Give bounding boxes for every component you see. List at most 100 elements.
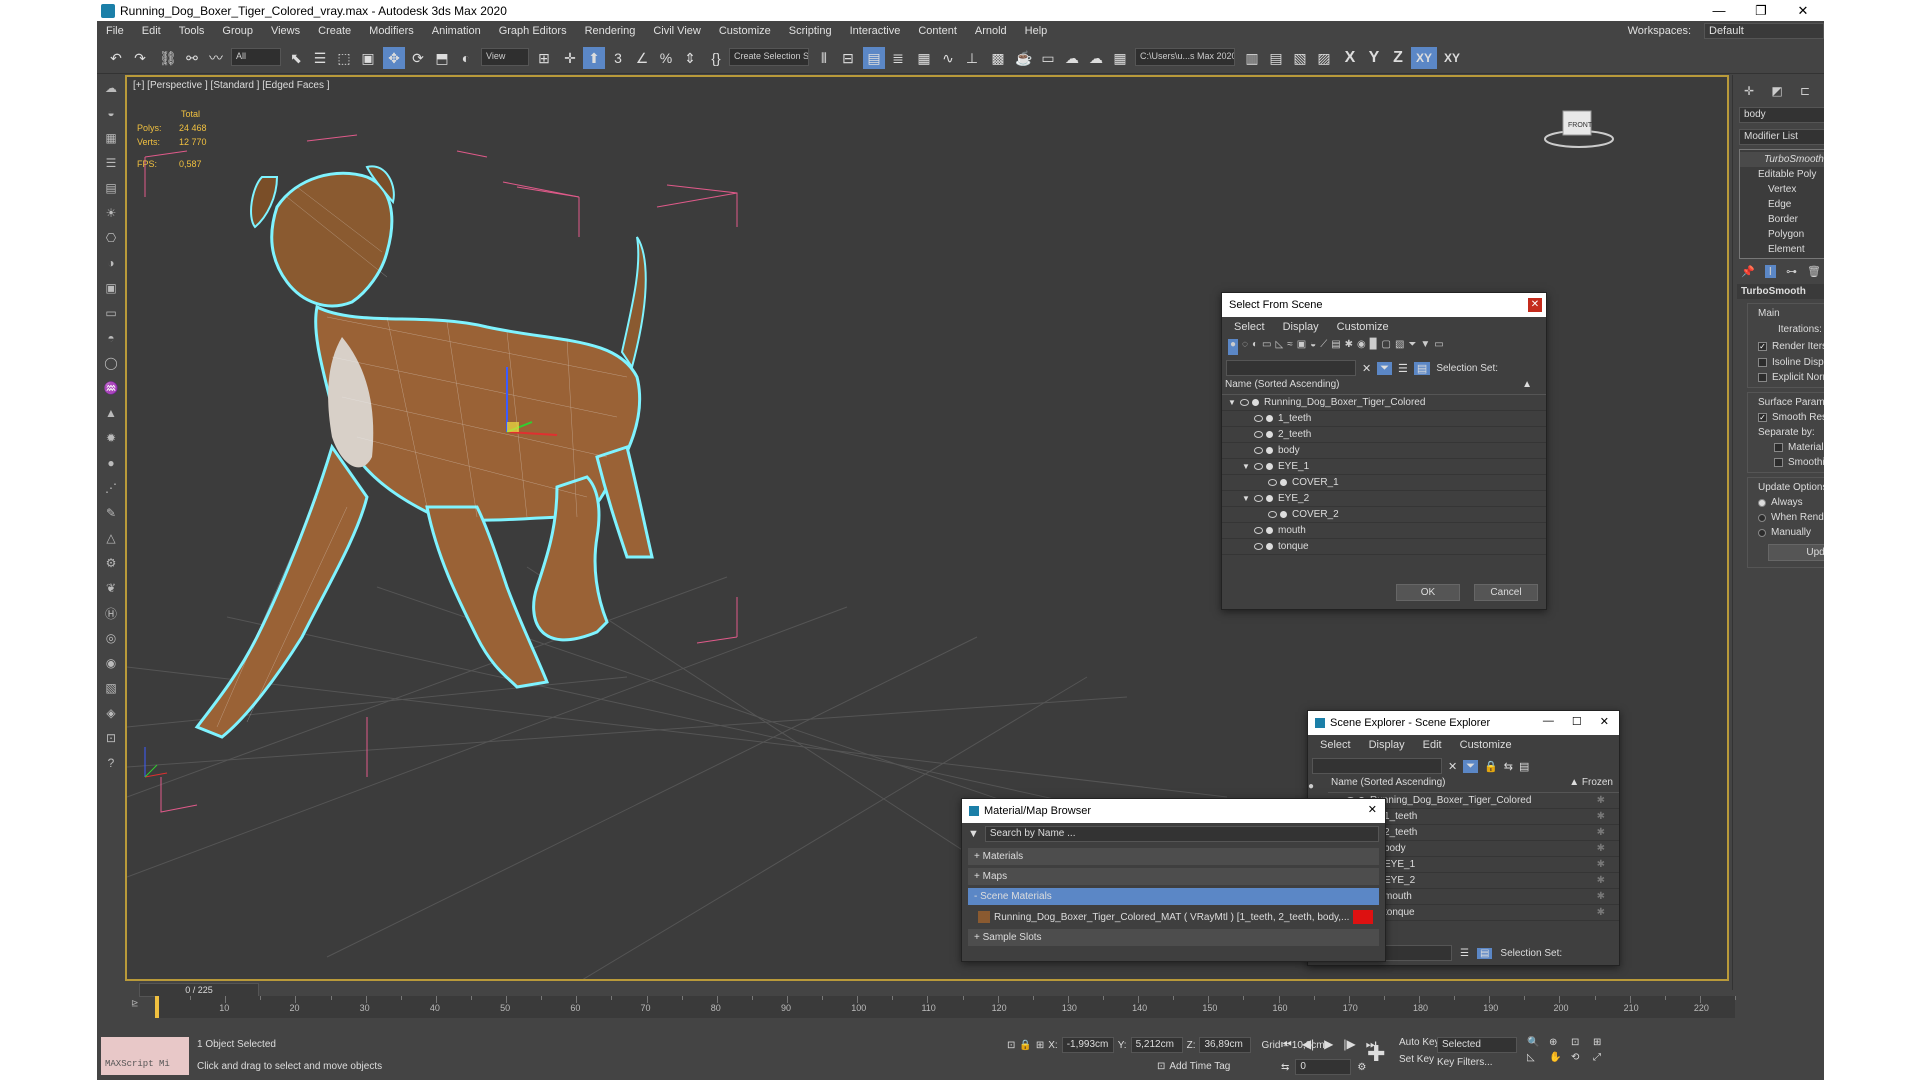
angle-snap-icon[interactable]: ∠ [631,47,653,69]
schematic-view-icon[interactable]: ⊥ [961,47,983,69]
visibility-eye-icon[interactable] [1254,527,1263,534]
stack-border[interactable]: Border [1740,212,1824,227]
visibility-eye-icon[interactable] [1268,511,1277,518]
sfs-hidden-filter-icon[interactable]: ◉ [1357,339,1366,355]
selection-filter-dropdown[interactable]: All [231,48,281,66]
sfs-invert-icon[interactable]: ▧ [1395,339,1404,355]
menu-content[interactable]: Content [909,25,966,37]
keyboard-shortcut-toggle-icon[interactable]: ⬆ [583,47,605,69]
materials-checkbox[interactable] [1774,443,1783,452]
select-move-icon[interactable]: ✥ [383,47,405,69]
tool-icon[interactable]: ⊡ [100,727,122,749]
minimize-icon[interactable]: — [1698,0,1740,21]
mmb-material-item[interactable]: Running_Dog_Boxer_Tiger_Colored_MAT ( VR… [968,908,1379,926]
select-object-icon[interactable]: ⬉ [285,47,307,69]
set-key-big-icon[interactable]: ✚ [1367,1041,1385,1067]
edit-named-sets-icon[interactable]: {} [705,47,727,69]
frozen-toggle-icon[interactable]: ✱ [1597,795,1605,806]
expand-arrow-icon[interactable]: ▼ [1228,398,1240,407]
sfs-hierarchy-icon[interactable]: ▤ [1413,361,1431,375]
sfs-frozen-filter-icon[interactable]: ✱ [1345,339,1353,355]
tree-row[interactable]: 2_teeth [1222,427,1546,443]
selection-icon[interactable]: ▦ [100,127,122,149]
tree-row[interactable]: mouth [1222,523,1546,539]
select-by-name-icon[interactable]: ☰ [309,47,331,69]
camera-icon[interactable]: ⎔ [100,227,122,249]
sfs-group-filter-icon[interactable]: ▣ [1297,339,1306,355]
lock-icon[interactable]: 🔒 [1019,1040,1031,1051]
menu-civil-view[interactable]: Civil View [644,25,709,37]
render-icon[interactable]: ▣ [100,277,122,299]
ring-icon[interactable]: ◯ [100,352,122,374]
mmb-section-scene-materials[interactable]: - Scene Materials [968,888,1379,905]
layer-explorer-icon[interactable]: ≣ [887,47,909,69]
project-save-icon[interactable]: ▧ [1289,47,1311,69]
menu-customize[interactable]: Customize [710,25,780,37]
menu-file[interactable]: File [97,25,133,37]
maximize-viewport-icon[interactable]: ⤢ [1593,1052,1611,1063]
rendered-frame-icon[interactable]: ▭ [1037,47,1059,69]
list-icon[interactable]: ☰ [100,152,122,174]
gear-icon[interactable]: ⚙ [100,552,122,574]
se-menu-display[interactable]: Display [1369,739,1405,751]
se-lock-icon[interactable]: 🔒 [1484,760,1498,773]
tree-row[interactable]: body [1222,443,1546,459]
se-hierarchy-icon[interactable]: ▤ [1519,760,1529,773]
render-iters-checkbox[interactable]: ✓ [1758,342,1767,351]
go-to-start-icon[interactable]: ⏮ [1281,1037,1292,1052]
menu-scripting[interactable]: Scripting [780,25,841,37]
sfs-helper-filter-icon[interactable]: ◺ [1276,339,1284,355]
sfs-bone-filter-icon[interactable]: ⟋ [1320,339,1327,355]
render-production-icon[interactable]: ☁ [1061,47,1083,69]
menu-views[interactable]: Views [262,25,309,37]
se-clear-icon[interactable]: ✕ [1448,760,1457,773]
select-scale-icon[interactable]: ⬒ [431,47,453,69]
hair-icon[interactable]: ⋰ [100,477,122,499]
se-layer-icon[interactable]: ☰ [1460,948,1469,959]
sfs-menu-customize[interactable]: Customize [1337,321,1389,333]
visibility-eye-icon[interactable] [1254,431,1263,438]
create-tab-icon[interactable]: ✛ [1739,83,1759,99]
stack-polygon[interactable]: Polygon [1740,227,1824,242]
frozen-toggle-icon[interactable]: ✱ [1597,843,1605,854]
blue-icon[interactable]: ◈ [100,702,122,724]
menu-edit[interactable]: Edit [133,25,170,37]
se-filter-icon[interactable]: ⏷ [1463,759,1479,773]
current-frame-marker[interactable] [155,996,159,1018]
axis-xy-cycle-button[interactable]: XY [1439,47,1465,69]
create-box-icon[interactable]: ☁ [100,77,122,99]
y-coord-field[interactable]: 5,212cm [1130,1037,1183,1053]
world-icon[interactable]: ◎ [100,627,122,649]
always-radio[interactable] [1758,498,1766,507]
se-minimize-icon[interactable]: — [1543,715,1554,728]
mmb-section-materials[interactable]: + Materials [968,848,1379,865]
mmb-search-input[interactable]: Search by Name ... [984,826,1379,842]
view-cube[interactable] [1544,110,1614,148]
sfs-filter-icon[interactable]: ⏷ [1377,361,1393,375]
pin-stack-icon[interactable]: 📌 [1741,265,1755,278]
ok-button[interactable]: OK [1396,584,1460,601]
stack-vertex[interactable]: Vertex [1740,182,1824,197]
pivot-center-icon[interactable]: ⊞ [533,47,555,69]
visibility-eye-icon[interactable] [1254,415,1263,422]
sfs-all-icon[interactable]: ▉ [1370,339,1378,355]
sfs-funnel2-icon[interactable]: ▼ [1420,339,1430,355]
sfs-shape-filter-icon[interactable]: ◌ [1242,339,1248,355]
menu-group[interactable]: Group [213,25,262,37]
next-frame-icon[interactable]: |▶ [1343,1037,1355,1052]
workspace-dropdown[interactable]: Default [1704,22,1824,39]
sphere-gold-icon[interactable]: ● [100,452,122,474]
project-settings-icon[interactable]: ▨ [1313,47,1335,69]
light-icon[interactable]: ☀ [100,202,122,224]
time-slider[interactable]: 0 / 225 [139,983,259,997]
track-bar[interactable]: 10 20 30 40 50 60 70 80 90 100 110 120 130 140 150 160 1… [155,996,1736,1018]
motion-tab-icon[interactable]: ● [1823,83,1824,99]
abs-mode-icon[interactable]: ⊞ [1036,1040,1044,1051]
axis-x-button[interactable]: X [1339,47,1361,69]
maxscript-listener[interactable]: MAXScript Mi [101,1037,189,1075]
reference-coord-dropdown[interactable]: View [481,48,529,66]
percent-snap-icon[interactable]: % [655,47,677,69]
sfs-close-icon[interactable]: ✕ [1528,298,1542,312]
sfs-light-filter-icon[interactable]: ◐ [1252,339,1258,355]
se-column-header[interactable]: Name (Sorted Ascending) ▲ Frozen [1328,777,1619,793]
